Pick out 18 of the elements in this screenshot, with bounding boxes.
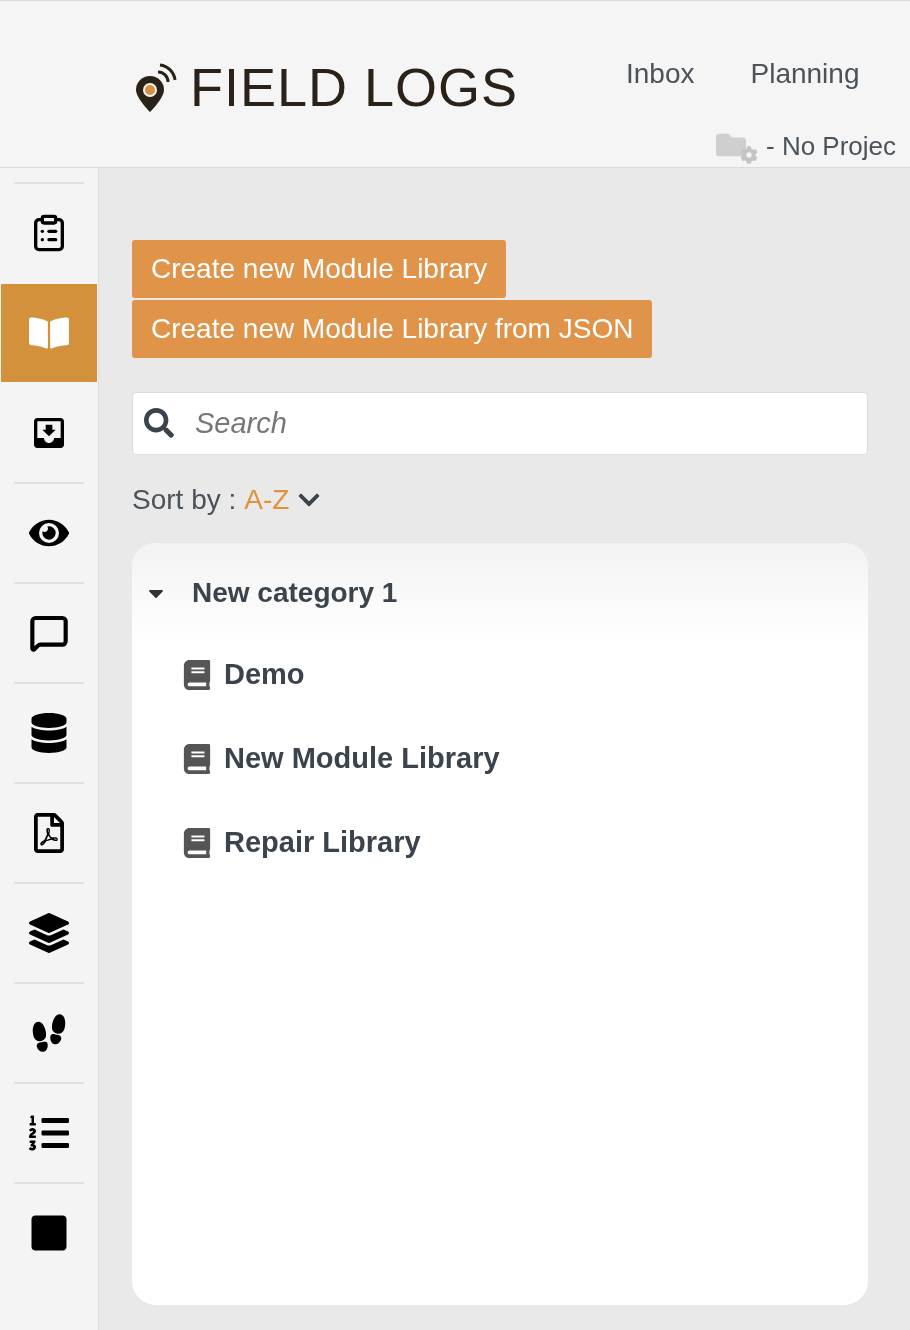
project-selector[interactable]: - No Projec bbox=[766, 127, 897, 166]
search-icon bbox=[144, 408, 174, 438]
category-label: New category 1 bbox=[192, 576, 398, 610]
database-icon bbox=[29, 713, 69, 753]
search-field[interactable]: Search bbox=[132, 392, 868, 455]
layers-icon bbox=[29, 913, 69, 953]
nav-link[interactable]: Planning bbox=[734, 53, 876, 95]
numbered-list-icon bbox=[29, 1113, 69, 1153]
library-item[interactable]: Repair Library bbox=[132, 801, 868, 885]
library-item[interactable]: New Module Library bbox=[132, 717, 868, 801]
nav-link[interactable]: Inbox bbox=[610, 53, 711, 95]
book-icon bbox=[182, 660, 212, 690]
logo-text: FIELD LOGS bbox=[190, 56, 519, 119]
square-icon bbox=[29, 1213, 69, 1253]
book-icon bbox=[182, 744, 212, 774]
sort-label: Sort by : bbox=[132, 483, 237, 517]
logo-pin-icon bbox=[134, 61, 178, 114]
book-icon bbox=[182, 828, 212, 858]
